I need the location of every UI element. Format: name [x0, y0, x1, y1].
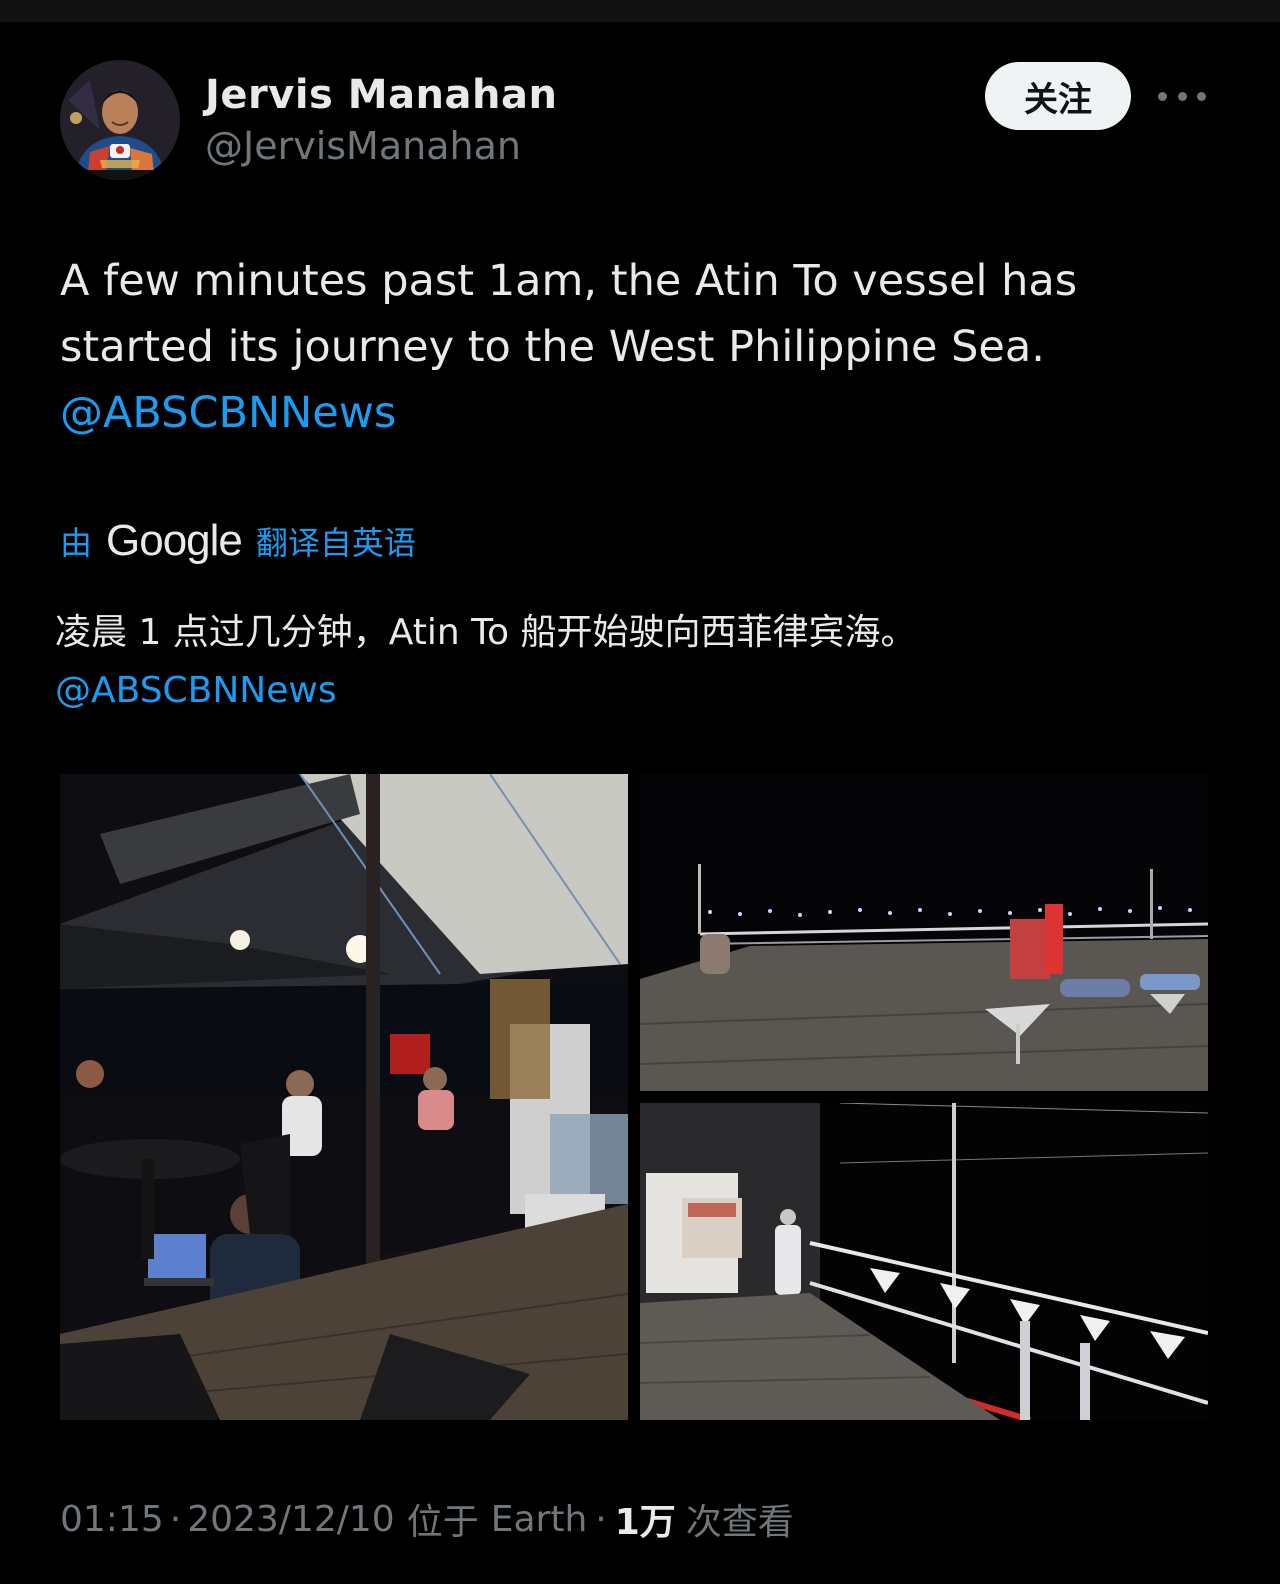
tweet-time[interactable]: 01:15 [60, 1499, 164, 1540]
meta-separator: · [595, 1498, 607, 1540]
tweet-text: A few minutes past 1am, the Atin To vess… [60, 248, 1230, 446]
tweet-body: A few minutes past 1am, the Atin To vess… [60, 256, 1078, 372]
top-strip [0, 0, 1280, 22]
translated-text: 凌晨 1 点过几分钟，Atin To 船开始驶向西菲律宾海。 @ABSCBNNe… [55, 604, 1225, 720]
photo-image [640, 774, 1208, 1091]
tweet-meta: 01:15 · 2023/12/10 位于 Earth · 1万 次查看 [60, 1490, 794, 1548]
media-grid [60, 774, 1208, 1420]
photo-image [640, 1103, 1208, 1420]
meta-separator: · [169, 1498, 182, 1540]
more-dot [1177, 91, 1187, 101]
translation-label: 翻译自英语 [255, 524, 416, 562]
views-label: 次查看 [685, 1502, 794, 1543]
tweet-date[interactable]: 2023/12/10 [187, 1499, 395, 1540]
author-name[interactable]: Jervis Manahan [205, 72, 557, 118]
photo-open-deck[interactable] [640, 774, 1208, 1091]
translation-attribution[interactable]: 由 Google 翻译自英语 [60, 516, 416, 566]
google-logo: Google [106, 516, 243, 565]
translated-body: 凌晨 1 点过几分钟，Atin To 船开始驶向西菲律宾海。 [55, 612, 917, 653]
photo-image [60, 774, 628, 1420]
location-prefix: 位于 [406, 1502, 479, 1543]
views-count[interactable]: 1万 [615, 1493, 676, 1545]
translated-mention-link[interactable]: @ABSCBNNews [55, 662, 1225, 720]
more-dot [1197, 91, 1206, 101]
more-options-icon[interactable] [1158, 80, 1206, 112]
avatar[interactable] [60, 60, 180, 180]
tweet-location: Earth [490, 1498, 588, 1540]
author-handle[interactable]: @JervisManahan [205, 124, 521, 168]
follow-button[interactable]: 关注 [985, 62, 1131, 130]
photo-railing[interactable] [640, 1103, 1208, 1420]
more-dot [1158, 91, 1167, 101]
photo-deck-tent[interactable] [60, 774, 628, 1420]
translation-prefix: 由 [60, 524, 93, 562]
mention-link[interactable]: @ABSCBNNews [60, 380, 1230, 446]
avatar-photo [60, 60, 180, 180]
